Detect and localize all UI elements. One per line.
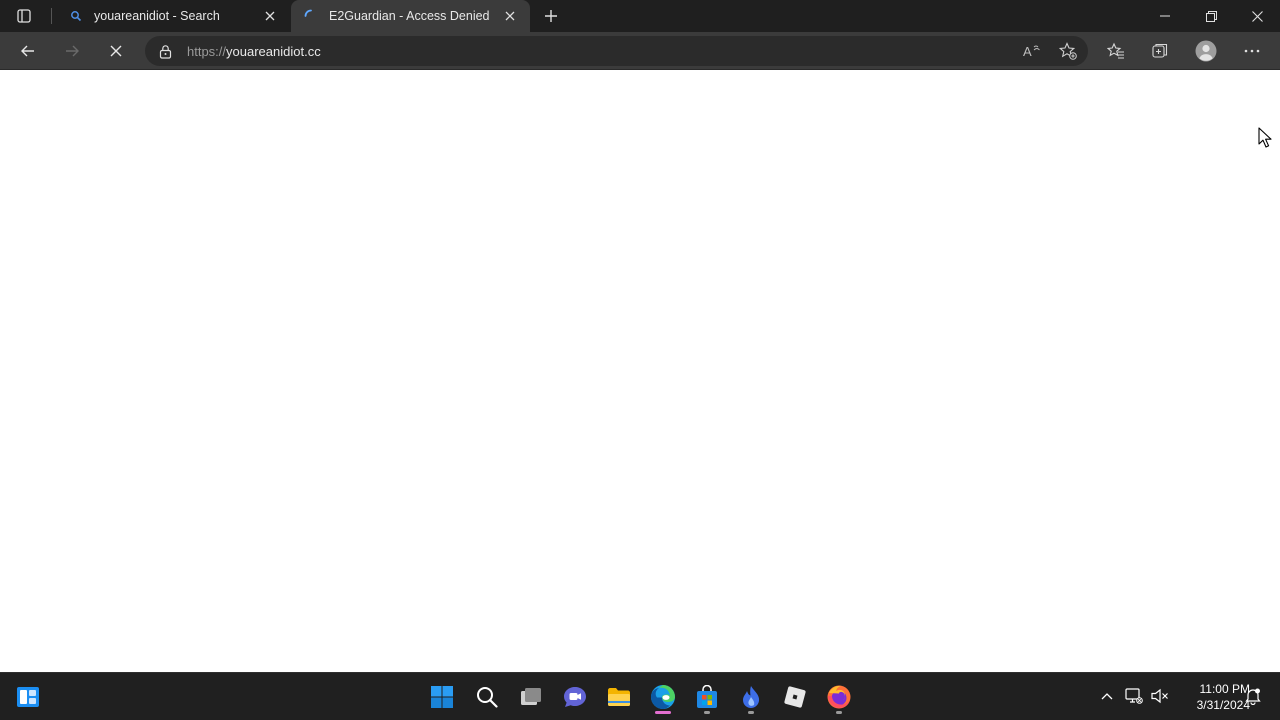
- windows-start-icon: [431, 686, 453, 708]
- tab-search[interactable]: youareanidiot - Search: [56, 0, 290, 32]
- search-icon: [477, 687, 498, 708]
- stop-loading-icon: [110, 45, 122, 57]
- tab-e2guardian[interactable]: E2Guardian - Access Denied: [291, 0, 530, 32]
- blue-app-button[interactable]: [733, 679, 769, 715]
- volume-muted-icon: [1151, 688, 1168, 704]
- running-indicator: [836, 711, 842, 714]
- more-button[interactable]: [1238, 37, 1266, 65]
- tab-actions-button[interactable]: [8, 4, 40, 28]
- widgets-button[interactable]: [10, 679, 46, 715]
- network-icon: [1125, 688, 1143, 704]
- file-explorer-icon: [608, 688, 630, 706]
- active-indicator: [655, 711, 671, 714]
- page-content[interactable]: [0, 71, 1280, 672]
- firefox-button[interactable]: [821, 679, 857, 715]
- show-hidden-icons-button[interactable]: [1096, 685, 1118, 707]
- tab-title: E2Guardian - Access Denied: [329, 9, 490, 23]
- address-bar[interactable]: https://youareanidiot.cc A: [145, 36, 1088, 66]
- edge-icon: [651, 685, 675, 709]
- system-clock[interactable]: 11:00 PM 3/31/2024: [1176, 681, 1250, 713]
- collections-button[interactable]: [1146, 37, 1174, 65]
- search-favicon-icon: [68, 8, 84, 24]
- start-button[interactable]: [424, 679, 460, 715]
- more-icon: [1244, 49, 1260, 53]
- task-view-icon: [521, 688, 541, 705]
- task-view-button[interactable]: [513, 679, 549, 715]
- svg-text:A: A: [1023, 44, 1032, 59]
- close-window-button[interactable]: [1234, 0, 1280, 32]
- chevron-up-icon: [1101, 693, 1113, 700]
- stop-loading-button[interactable]: [102, 37, 130, 65]
- add-favorite-icon[interactable]: [1056, 39, 1080, 63]
- volume-button[interactable]: [1149, 685, 1171, 707]
- tab-title: youareanidiot - Search: [94, 9, 220, 23]
- edge-taskbar-button[interactable]: [645, 679, 681, 715]
- minimize-icon: [1160, 15, 1170, 17]
- notification-bell-icon: [1245, 688, 1261, 705]
- read-aloud-icon[interactable]: A: [1019, 39, 1043, 63]
- profile-button[interactable]: [1192, 37, 1220, 65]
- running-indicator: [704, 711, 710, 714]
- plus-icon: [545, 10, 557, 22]
- tab-actions-icon: [17, 9, 31, 23]
- teams-chat-button[interactable]: [557, 679, 593, 715]
- roblox-icon: [784, 686, 806, 708]
- tab-separator: [51, 8, 52, 24]
- mouse-cursor-icon: [1258, 127, 1272, 148]
- notifications-button[interactable]: [1242, 685, 1264, 707]
- url-host: youareanidiot.cc: [226, 43, 321, 59]
- running-indicator: [748, 711, 754, 714]
- close-icon: [1251, 10, 1263, 22]
- clock-date: 3/31/2024: [1196, 698, 1250, 712]
- blue-app-icon: [743, 686, 760, 708]
- url-text[interactable]: https://youareanidiot.cc: [187, 44, 1088, 59]
- url-scheme: https://: [187, 43, 227, 59]
- search-button[interactable]: [469, 679, 505, 715]
- roblox-button[interactable]: [777, 679, 813, 715]
- file-explorer-button[interactable]: [601, 679, 637, 715]
- microsoft-store-icon: [697, 685, 717, 708]
- back-button[interactable]: [14, 37, 42, 65]
- teams-chat-icon: [564, 687, 586, 707]
- loading-spinner-icon: [303, 8, 319, 24]
- favorites-icon: [1107, 42, 1124, 59]
- clock-time: 11:00 PM: [1199, 682, 1250, 696]
- new-tab-button[interactable]: [539, 4, 563, 28]
- microsoft-store-button[interactable]: [689, 679, 725, 715]
- collections-icon: [1152, 43, 1168, 58]
- network-button[interactable]: [1123, 685, 1145, 707]
- back-arrow-icon: [21, 45, 34, 57]
- forward-arrow-icon: [66, 45, 79, 57]
- restore-icon: [1205, 10, 1217, 22]
- widgets-icon: [17, 687, 39, 707]
- tab-close-icon[interactable]: [500, 6, 520, 26]
- forward-button[interactable]: [58, 37, 86, 65]
- browser-toolbar: https://youareanidiot.cc A: [0, 32, 1280, 70]
- favorites-button[interactable]: [1102, 37, 1130, 65]
- restore-button[interactable]: [1188, 0, 1234, 32]
- profile-icon: [1195, 40, 1217, 62]
- lock-icon[interactable]: [157, 43, 173, 59]
- taskbar: 11:00 PM 3/31/2024: [0, 672, 1280, 720]
- tab-close-icon[interactable]: [260, 6, 280, 26]
- minimize-button[interactable]: [1142, 0, 1188, 32]
- firefox-icon: [827, 685, 851, 709]
- tab-strip: youareanidiot - Search E2Guardian - Acce…: [0, 0, 1280, 32]
